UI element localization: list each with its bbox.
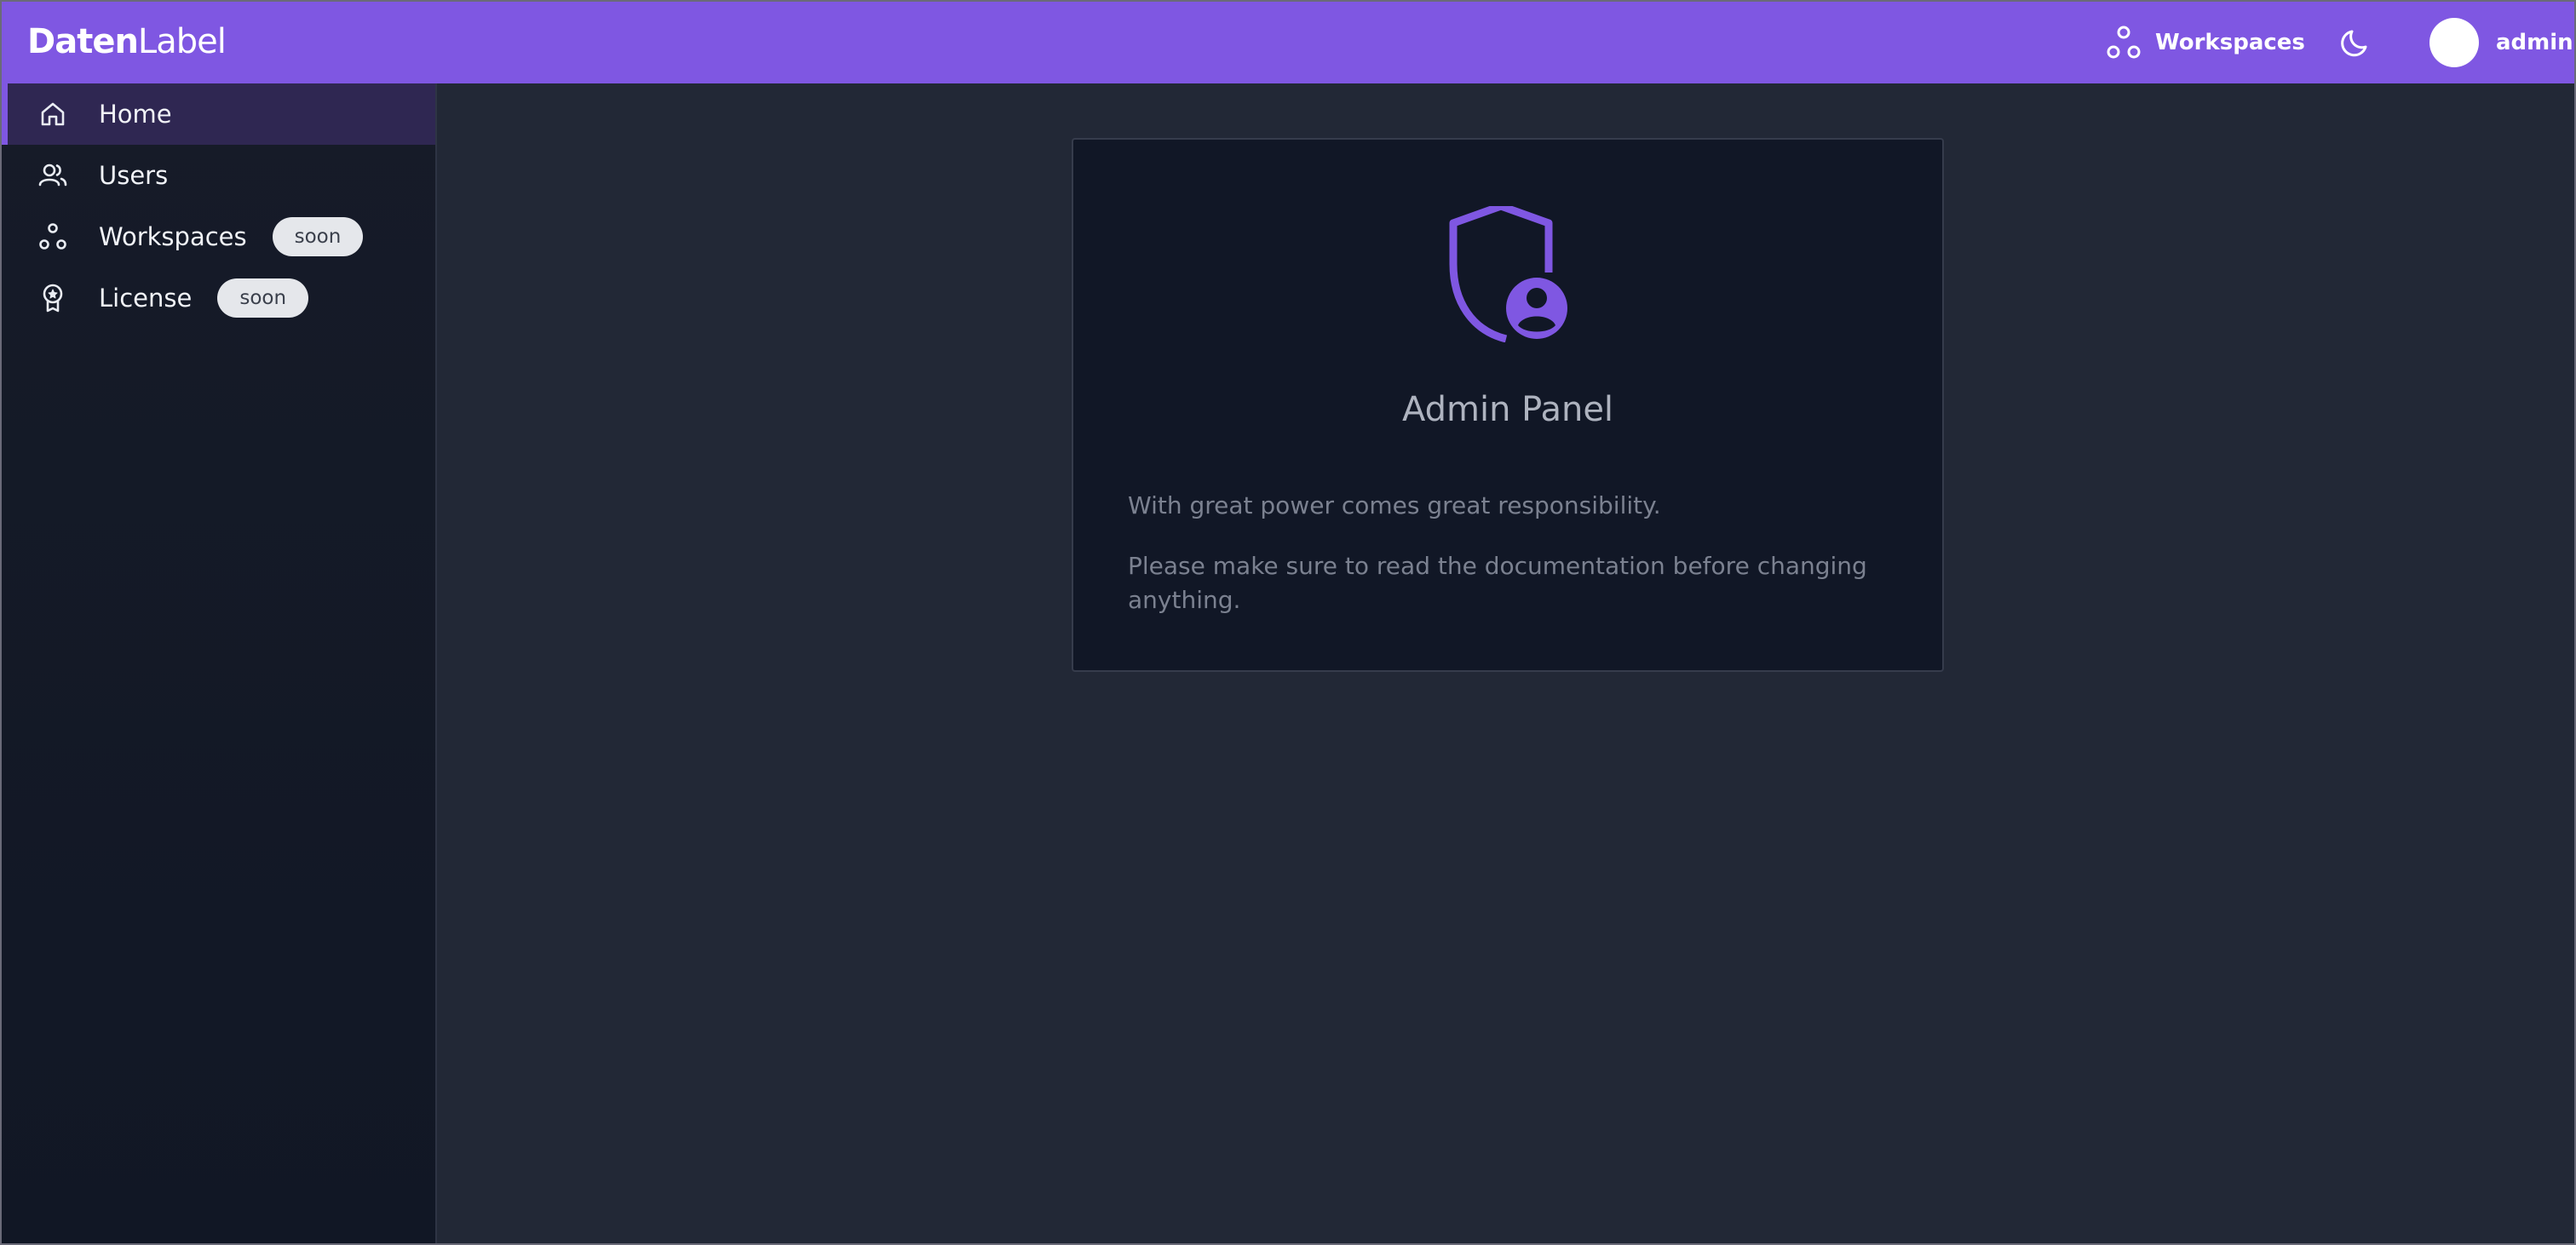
- logo-text-bold: Daten: [27, 22, 139, 61]
- workspaces-icon: [2107, 26, 2141, 59]
- user-name: admin: [2496, 30, 2573, 55]
- shield-user-icon: [1449, 206, 1567, 342]
- card-text-line1: With great power comes great responsibil…: [1128, 491, 1661, 519]
- admin-panel-card: Admin Panel With great power comes great…: [1072, 138, 1944, 672]
- sidebar-item-workspaces[interactable]: Workspaces soon: [2, 206, 435, 267]
- sidebar-item-home[interactable]: Home: [2, 83, 435, 145]
- sidebar-item-users[interactable]: Users: [2, 145, 435, 206]
- theme-toggle-button[interactable]: [2336, 22, 2377, 63]
- card-text-line2: Please make sure to read the documentati…: [1128, 552, 1867, 614]
- top-bar: DatenLabel Workspaces admin: [2, 2, 2574, 83]
- sidebar-item-license[interactable]: License soon: [2, 267, 435, 329]
- soon-badge: soon: [217, 278, 309, 318]
- home-icon: [37, 99, 68, 129]
- avatar: [2429, 18, 2479, 67]
- workspaces-button[interactable]: Workspaces: [2106, 22, 2305, 63]
- sidebar-item-label: License: [99, 284, 193, 313]
- sidebar: Home Users Workspaces soon License soon: [2, 83, 437, 1243]
- license-icon: [37, 283, 68, 313]
- workspaces-button-label: Workspaces: [2155, 30, 2305, 55]
- sidebar-item-label: Users: [99, 161, 169, 190]
- moon-icon: [2341, 30, 2367, 57]
- user-menu[interactable]: admin: [2429, 17, 2573, 68]
- logo-text-light: Label: [137, 22, 227, 61]
- card-title: Admin Panel: [1401, 390, 1614, 429]
- workspaces-icon: [37, 221, 68, 252]
- sidebar-item-label: Home: [99, 100, 172, 129]
- app-window: DatenLabel Workspaces admin Home Users W…: [0, 0, 2576, 1245]
- soon-badge: soon: [272, 217, 364, 256]
- sidebar-item-label: Workspaces: [99, 222, 247, 251]
- users-icon: [37, 160, 68, 191]
- app-logo[interactable]: DatenLabel: [27, 20, 227, 63]
